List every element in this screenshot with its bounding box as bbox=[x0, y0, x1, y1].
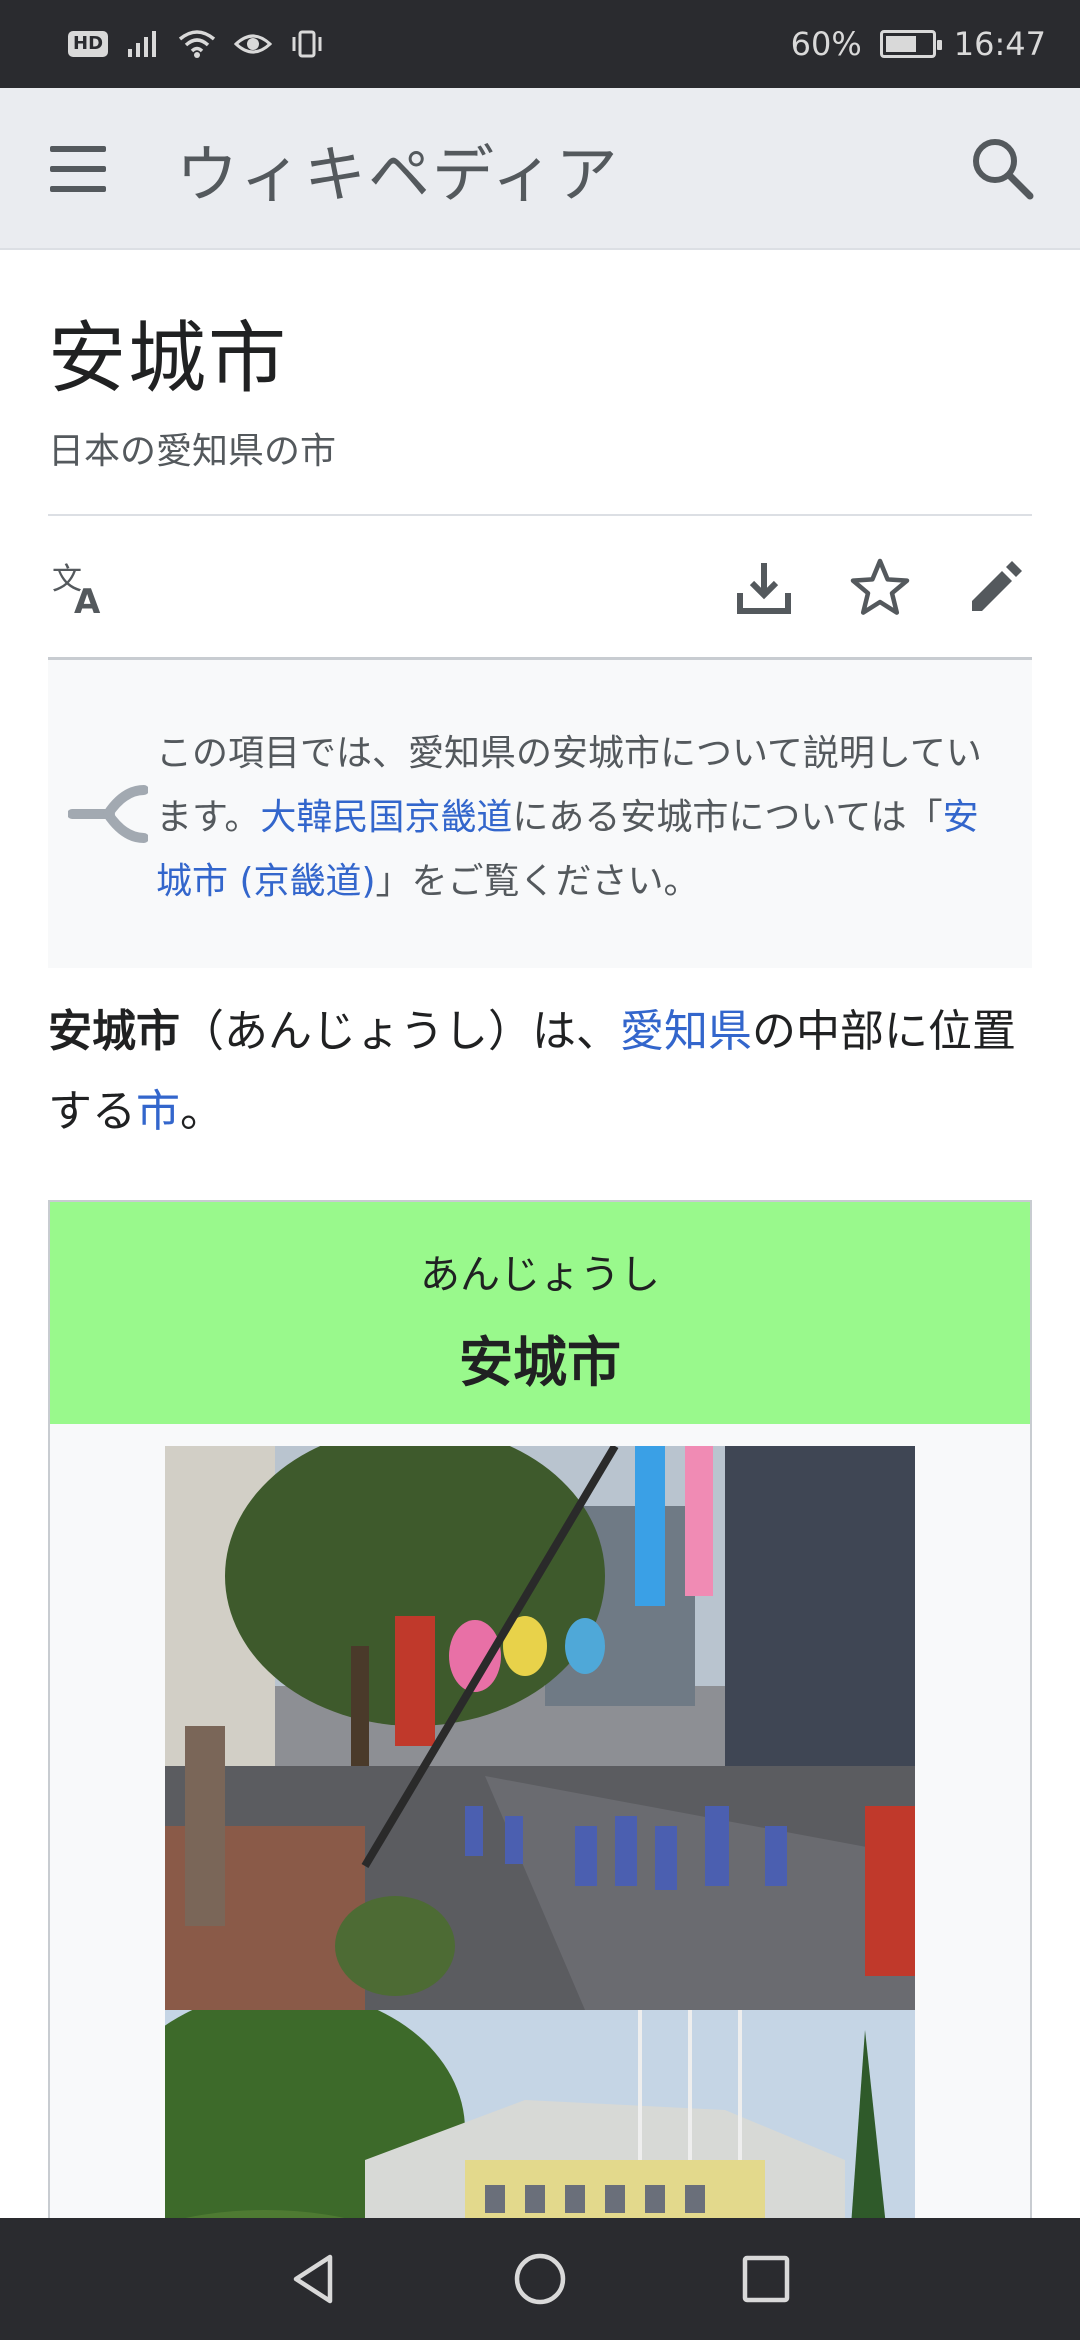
svg-text:A: A bbox=[74, 582, 101, 619]
clock: 16:47 bbox=[953, 25, 1046, 63]
page-description: 日本の愛知県の市 bbox=[48, 431, 337, 472]
eye-icon bbox=[234, 34, 273, 54]
infobox: あんじょうし 安城市 bbox=[48, 1200, 1032, 2240]
wikipedia-wordmark[interactable]: ウィキペディア bbox=[176, 124, 620, 214]
download-icon[interactable] bbox=[732, 555, 796, 619]
hatnote-link-gyeonggi[interactable]: 大韓民国京畿道 bbox=[260, 797, 512, 838]
infobox-kana: あんじょうし bbox=[420, 1252, 660, 1298]
battery-fill bbox=[885, 36, 916, 52]
link-aichi[interactable]: 愛知県 bbox=[620, 1006, 752, 1057]
disambiguation-hatnote: この項目では、愛知県の安城市について説明しています。大韓民国京畿道にある安城市に… bbox=[48, 660, 1032, 968]
back-icon[interactable] bbox=[286, 2251, 342, 2307]
system-nav-bar bbox=[0, 2218, 1080, 2340]
infobox-name: 安城市 bbox=[459, 1331, 621, 1394]
vibrate-icon bbox=[292, 30, 322, 58]
star-icon[interactable] bbox=[848, 555, 912, 619]
recents-icon[interactable] bbox=[738, 2251, 794, 2307]
home-icon[interactable] bbox=[512, 2251, 568, 2307]
status-right: 60% 16:47 bbox=[791, 25, 1046, 63]
lead-bold-title: 安城市 bbox=[48, 1006, 180, 1057]
hatnote-text-2: にある安城市については「 bbox=[512, 797, 943, 838]
page-title: 安城市 bbox=[48, 314, 289, 404]
building-photo[interactable] bbox=[165, 2010, 915, 2240]
link-city[interactable]: 市 bbox=[136, 1086, 180, 1137]
app-header: ウィキペディア bbox=[0, 88, 1080, 250]
menu-icon[interactable] bbox=[50, 146, 106, 192]
wifi-icon bbox=[178, 30, 216, 58]
lead-text: （あんじょうし）は、 bbox=[180, 1006, 620, 1057]
hatnote-text-3: 」をご覧ください。 bbox=[375, 861, 700, 902]
language-icon[interactable]: 文 A bbox=[48, 555, 112, 619]
actions-right bbox=[732, 555, 1032, 619]
edit-icon[interactable] bbox=[964, 555, 1028, 619]
article-content: 安城市 日本の愛知県の市 文 A この項目では、愛知県の安城市について説明してい… bbox=[48, 250, 1032, 2240]
battery-icon bbox=[879, 30, 942, 58]
tanabata-festival-photo[interactable] bbox=[165, 1446, 915, 2010]
signal-icon bbox=[128, 31, 157, 57]
lead-paragraph: 安城市（あんじょうし）は、愛知県の中部に位置する市。 bbox=[48, 992, 1032, 1152]
battery-percent: 60% bbox=[790, 25, 862, 63]
status-left: HD bbox=[68, 29, 324, 59]
disambiguation-icon bbox=[68, 785, 148, 843]
hd-badge: HD bbox=[68, 31, 109, 57]
search-icon[interactable] bbox=[968, 134, 1036, 202]
lead-text-3: 。 bbox=[180, 1086, 224, 1137]
status-bar: HD 60% 16:47 bbox=[0, 0, 1080, 88]
page-actions-bar: 文 A bbox=[48, 516, 1032, 660]
infobox-header: あんじょうし 安城市 bbox=[50, 1202, 1030, 1424]
